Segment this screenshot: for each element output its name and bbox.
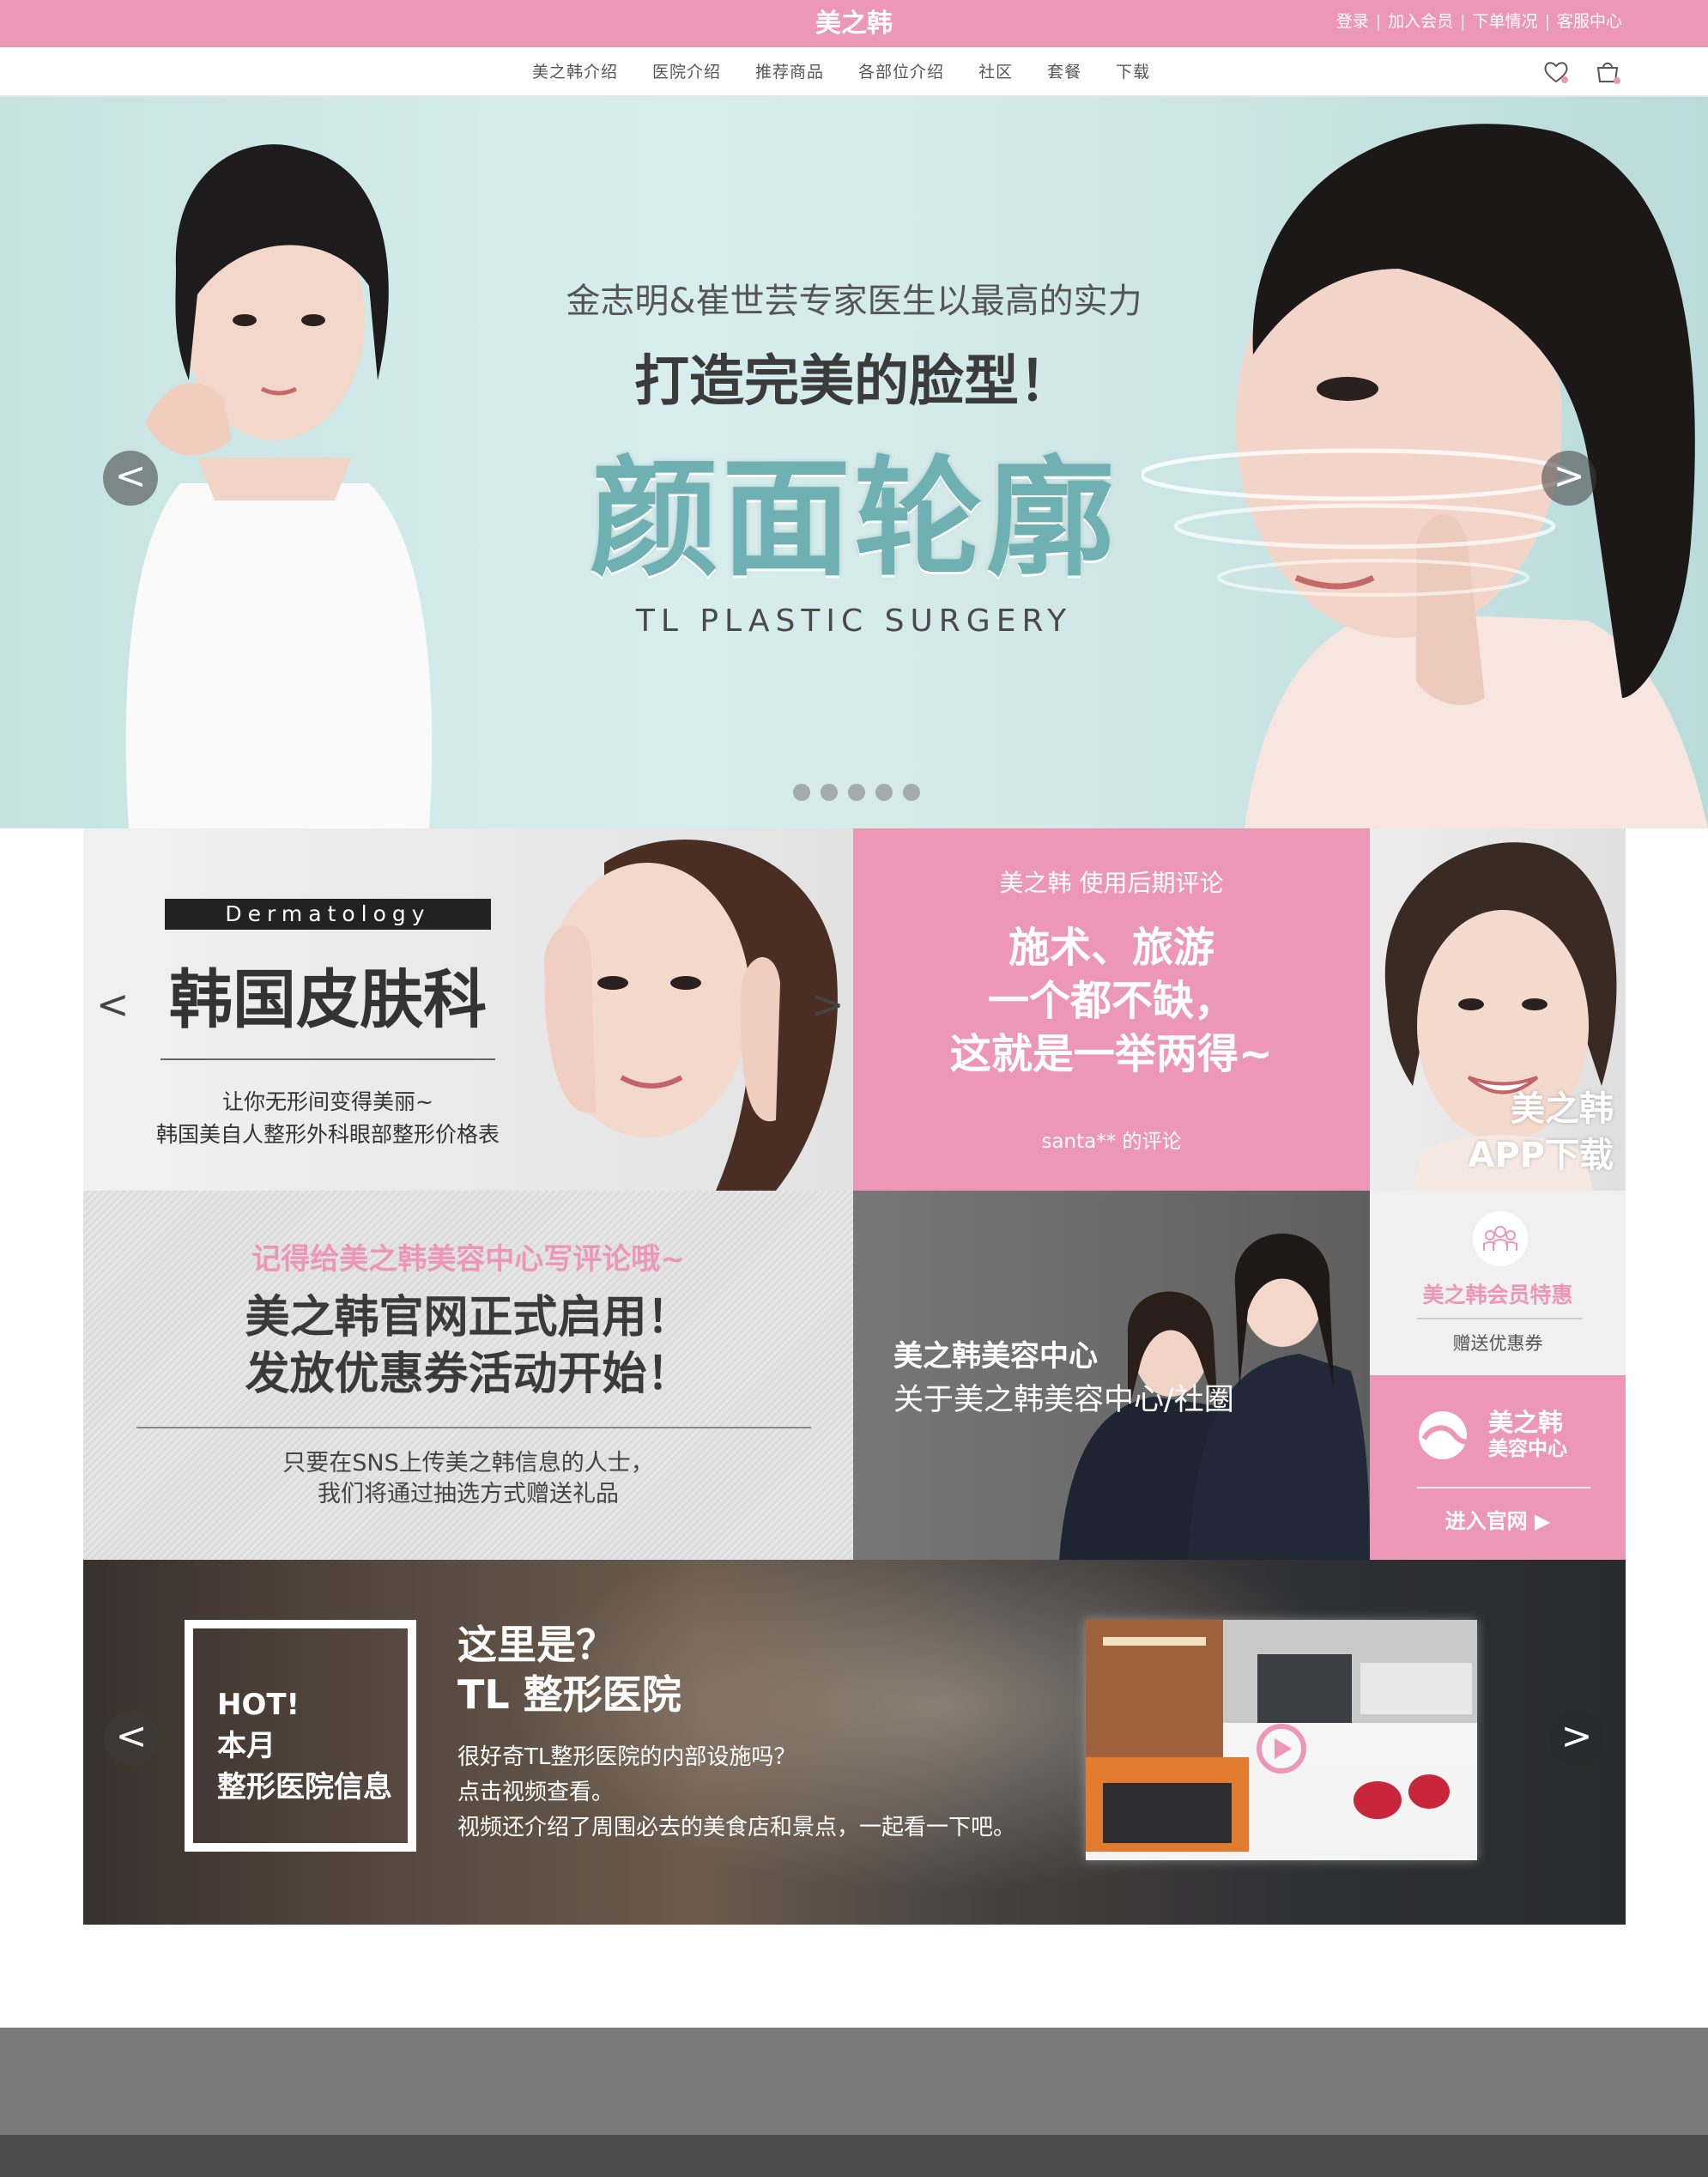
member-benefit-banner[interactable]: 美之韩会员特惠 赠送优惠券: [1370, 1191, 1626, 1375]
join-link[interactable]: 加入会员: [1388, 0, 1453, 43]
official-site-banner[interactable]: 美之韩 美容中心 进入官网 ▶: [1370, 1375, 1626, 1560]
separator: |: [1544, 12, 1550, 31]
app-download-text: 美之韩 APP下载: [1468, 1086, 1614, 1179]
divider: [1417, 1487, 1590, 1489]
dermatology-text: 让你无形间变得美丽~ 韩国美自人整形外科眼部整形价格表: [118, 1086, 538, 1151]
nav-item-parts[interactable]: 各部位介绍: [858, 47, 944, 97]
hospital-next-button[interactable]: >: [1549, 1711, 1604, 1766]
nav-item-download[interactable]: 下载: [1116, 47, 1150, 97]
month-label: 本月: [217, 1729, 276, 1763]
nav-item-packages[interactable]: 套餐: [1047, 47, 1081, 97]
official-site-button[interactable]: 进入官网 ▶: [1370, 1504, 1626, 1534]
event-p-2: 我们将通过抽选方式赠送礼品: [318, 1481, 619, 1507]
dermatology-model-photo: [544, 840, 838, 1191]
service-link[interactable]: 客服中心: [1557, 0, 1622, 43]
slide-dot[interactable]: [848, 784, 865, 801]
official-name-2: 美容中心: [1488, 1438, 1567, 1460]
event-heading: 记得给美之韩美容中心写评论哦~: [251, 1242, 685, 1276]
hero-next-button[interactable]: >: [1541, 451, 1596, 506]
hot-info-box: HOT! 本月 整形医院信息: [185, 1620, 416, 1852]
hot-label: HOT!: [217, 1688, 300, 1722]
hospital-text: 很好奇TL整形医院的内部设施吗？ 点击视频查看。 视频还介绍了周围必去的美食店和…: [457, 1740, 1015, 1846]
nav-item-products[interactable]: 推荐商品: [755, 47, 824, 97]
divider: [136, 1427, 811, 1428]
dermatology-prev-button[interactable]: <: [96, 981, 130, 1028]
app-line-2: APP下载: [1468, 1136, 1614, 1175]
cart-icon[interactable]: [1593, 58, 1622, 90]
login-link[interactable]: 登录: [1336, 0, 1369, 43]
slide-dot[interactable]: [875, 784, 893, 801]
app-line-1: 美之韩: [1511, 1089, 1614, 1129]
review-quote: 施术、旅游 一个都不缺， 这就是一举两得~: [853, 921, 1370, 1081]
beauty-center-heading: 美之韩美容中心: [893, 1339, 1098, 1374]
review-line-1: 施术、旅游: [1008, 924, 1214, 972]
event-line-2: 发放优惠券活动开始！: [245, 1349, 692, 1400]
review-line-3: 这就是一举两得~: [949, 1030, 1274, 1078]
top-links: 登录 | 加入会员 | 下单情况 | 客服中心: [1336, 0, 1622, 43]
nav-item-about[interactable]: 美之韩介绍: [532, 47, 618, 97]
hospital-p-1: 很好奇TL整形医院的内部设施吗？: [457, 1744, 796, 1770]
dermatology-line-2: 韩国美自人整形外科眼部整形价格表: [155, 1122, 500, 1147]
event-title: 美之韩官网正式启用！ 发放优惠券活动开始！: [83, 1289, 853, 1403]
slide-dot[interactable]: [793, 784, 810, 801]
dermatology-banner[interactable]: Dermatology 韩国皮肤科 让你无形间变得美丽~ 韩国美自人整形外科眼部…: [83, 828, 853, 1191]
hospital-prev-button[interactable]: <: [104, 1711, 159, 1766]
beauty-center-banner[interactable]: 美之韩美容中心 关于美之韩美容中心/社圈: [853, 1191, 1370, 1560]
beauty-center-sub: 关于美之韩美容中心/社圈: [893, 1383, 1234, 1417]
dermatology-title: 韩国皮肤科: [169, 963, 487, 1037]
review-line-2: 一个都不缺，: [987, 977, 1235, 1025]
dermatology-tag: Dermatology: [165, 899, 491, 930]
hospital-info-label: 整形医院信息: [217, 1770, 392, 1804]
hospital-heading-1: 这里是？: [457, 1622, 615, 1668]
divider: [1417, 1318, 1582, 1319]
event-p-1: 只要在SNS上传美之韩信息的人士，: [282, 1450, 654, 1477]
hospital-p-3: 视频还介绍了周围必去的美食店和景点，一起看一下吧。: [457, 1815, 1016, 1840]
slide-dot[interactable]: [903, 784, 920, 801]
hero-title: 颜面轮廓: [589, 445, 1118, 594]
review-author: santa** 的评论: [1041, 1131, 1182, 1153]
nav-item-community[interactable]: 社区: [978, 47, 1013, 97]
footer: [0, 2028, 1708, 2135]
review-heading: 美之韩 使用后期评论: [999, 869, 1224, 897]
footer-bottom: [0, 2135, 1708, 2177]
hospital-heading-2: TL 整形医院: [457, 1671, 681, 1718]
event-line-1: 美之韩官网正式启用！: [245, 1292, 692, 1343]
event-banner[interactable]: 记得给美之韩美容中心写评论哦~ 美之韩官网正式启用！ 发放优惠券活动开始！ 只要…: [83, 1191, 853, 1560]
video-thumbnail[interactable]: [1086, 1620, 1477, 1860]
hospital-p-2: 点击视频查看。: [457, 1780, 615, 1805]
hospital-heading: 这里是？ TL 整形医院: [457, 1620, 681, 1719]
hero-heading: 打造完美的脸型！: [634, 350, 1074, 414]
nav-item-hospital[interactable]: 医院介绍: [652, 47, 721, 97]
slide-indicators: [793, 784, 920, 801]
hero-banner[interactable]: 金志明&崔世芸专家医生以最高的实力 打造完美的脸型！ 颜面轮廓 TL PLAST…: [0, 97, 1708, 828]
dermatology-next-button[interactable]: >: [811, 981, 845, 1028]
orders-link[interactable]: 下单情况: [1473, 0, 1538, 43]
member-benefit-sub: 赠送优惠券: [1452, 1333, 1543, 1354]
hospital-banner[interactable]: HOT! 本月 整形医院信息 这里是？ TL 整形医院 很好奇TL整形医院的内部…: [83, 1560, 1626, 1925]
beauty-center-logo: [1419, 1411, 1478, 1459]
review-banner[interactable]: 美之韩 使用后期评论 施术、旅游 一个都不缺， 这就是一举两得~ santa**…: [853, 828, 1370, 1191]
hero-subtitle: 金志明&崔世芸专家医生以最高的实力: [566, 282, 1142, 321]
dermatology-line-1: 让你无形间变得美丽~: [222, 1089, 433, 1114]
official-name-1: 美之韩: [1488, 1408, 1564, 1437]
event-text: 只要在SNS上传美之韩信息的人士， 我们将通过抽选方式赠送礼品: [83, 1448, 853, 1510]
hero-prev-button[interactable]: <: [103, 451, 158, 506]
official-site-name: 美之韩 美容中心: [1488, 1410, 1567, 1463]
hero-english: TL PLASTIC SURGERY: [635, 603, 1073, 639]
app-download-banner[interactable]: 美之韩 APP下载: [1370, 828, 1626, 1191]
separator: |: [1460, 12, 1466, 31]
heart-icon[interactable]: [1541, 58, 1571, 90]
main-nav: 美之韩介绍 医院介绍 推荐商品 各部位介绍 社区 套餐 下载: [0, 47, 1708, 97]
slide-dot[interactable]: [821, 784, 838, 801]
separator: |: [1375, 12, 1382, 31]
divider: [161, 1058, 495, 1060]
member-benefit-title: 美之韩会员特惠: [1422, 1283, 1573, 1307]
members-icon: [1473, 1211, 1528, 1266]
top-bar: 美之韩 登录 | 加入会员 | 下单情况 | 客服中心: [0, 0, 1708, 47]
